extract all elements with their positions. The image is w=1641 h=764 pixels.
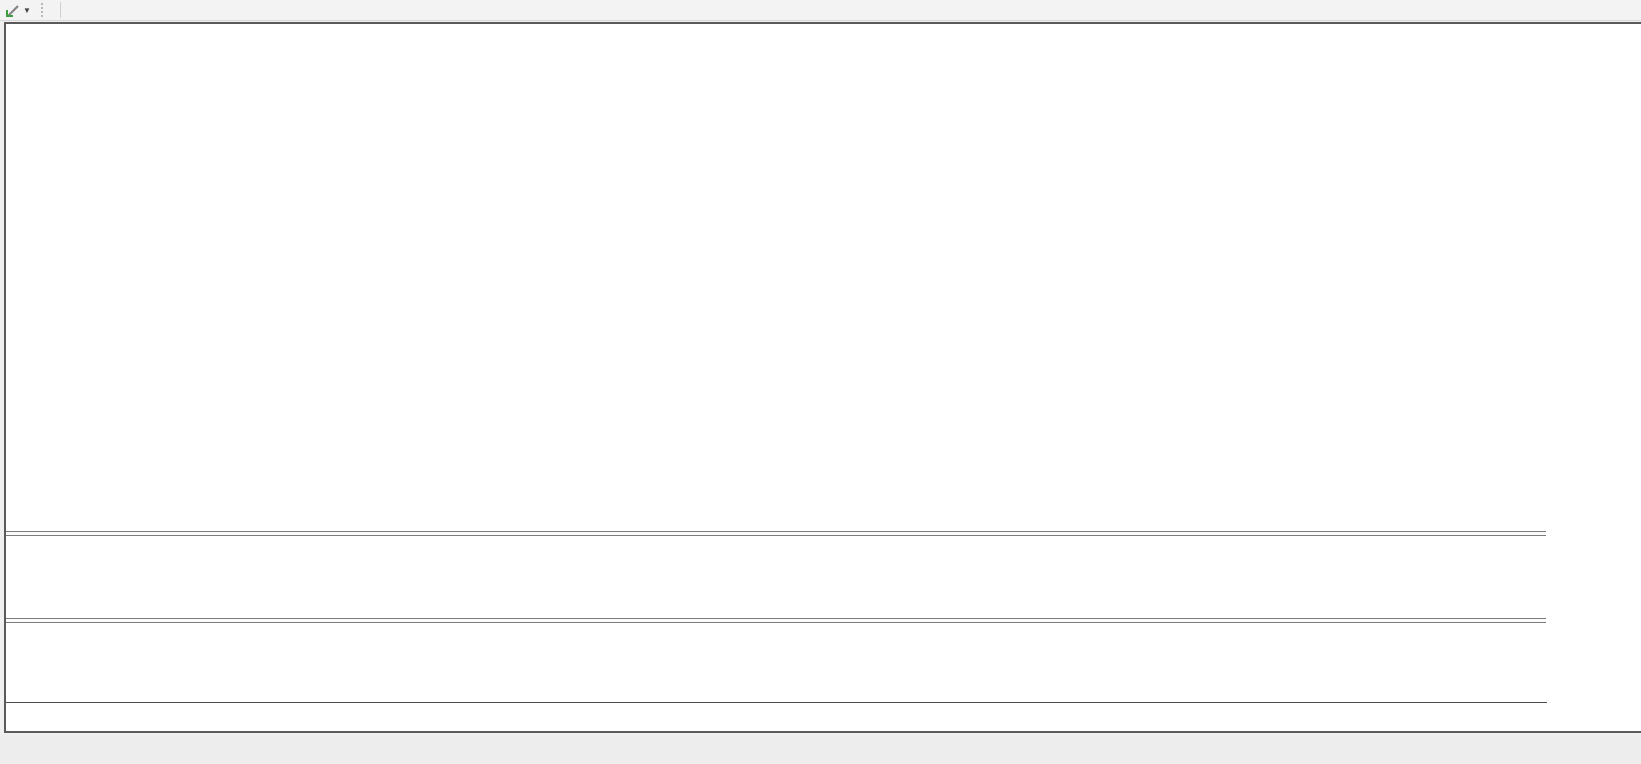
toolbar-grip[interactable] — [41, 3, 46, 17]
date-axis-line — [6, 702, 1547, 703]
main-rsi-splitter[interactable] — [6, 531, 1546, 536]
chart-title — [14, 27, 29, 41]
rsi-macd-splitter[interactable] — [6, 618, 1546, 623]
chart-area[interactable] — [8, 24, 1546, 702]
chart-tab-bar — [0, 735, 1641, 764]
toolbar-separator — [60, 2, 61, 18]
mt4-application: ▼ — [0, 0, 1641, 764]
toolbar-dropdown-icon[interactable]: ▼ — [21, 6, 33, 15]
drawing-tool-icon[interactable] — [3, 2, 21, 18]
timeframe-toolbar: ▼ — [0, 0, 1641, 21]
